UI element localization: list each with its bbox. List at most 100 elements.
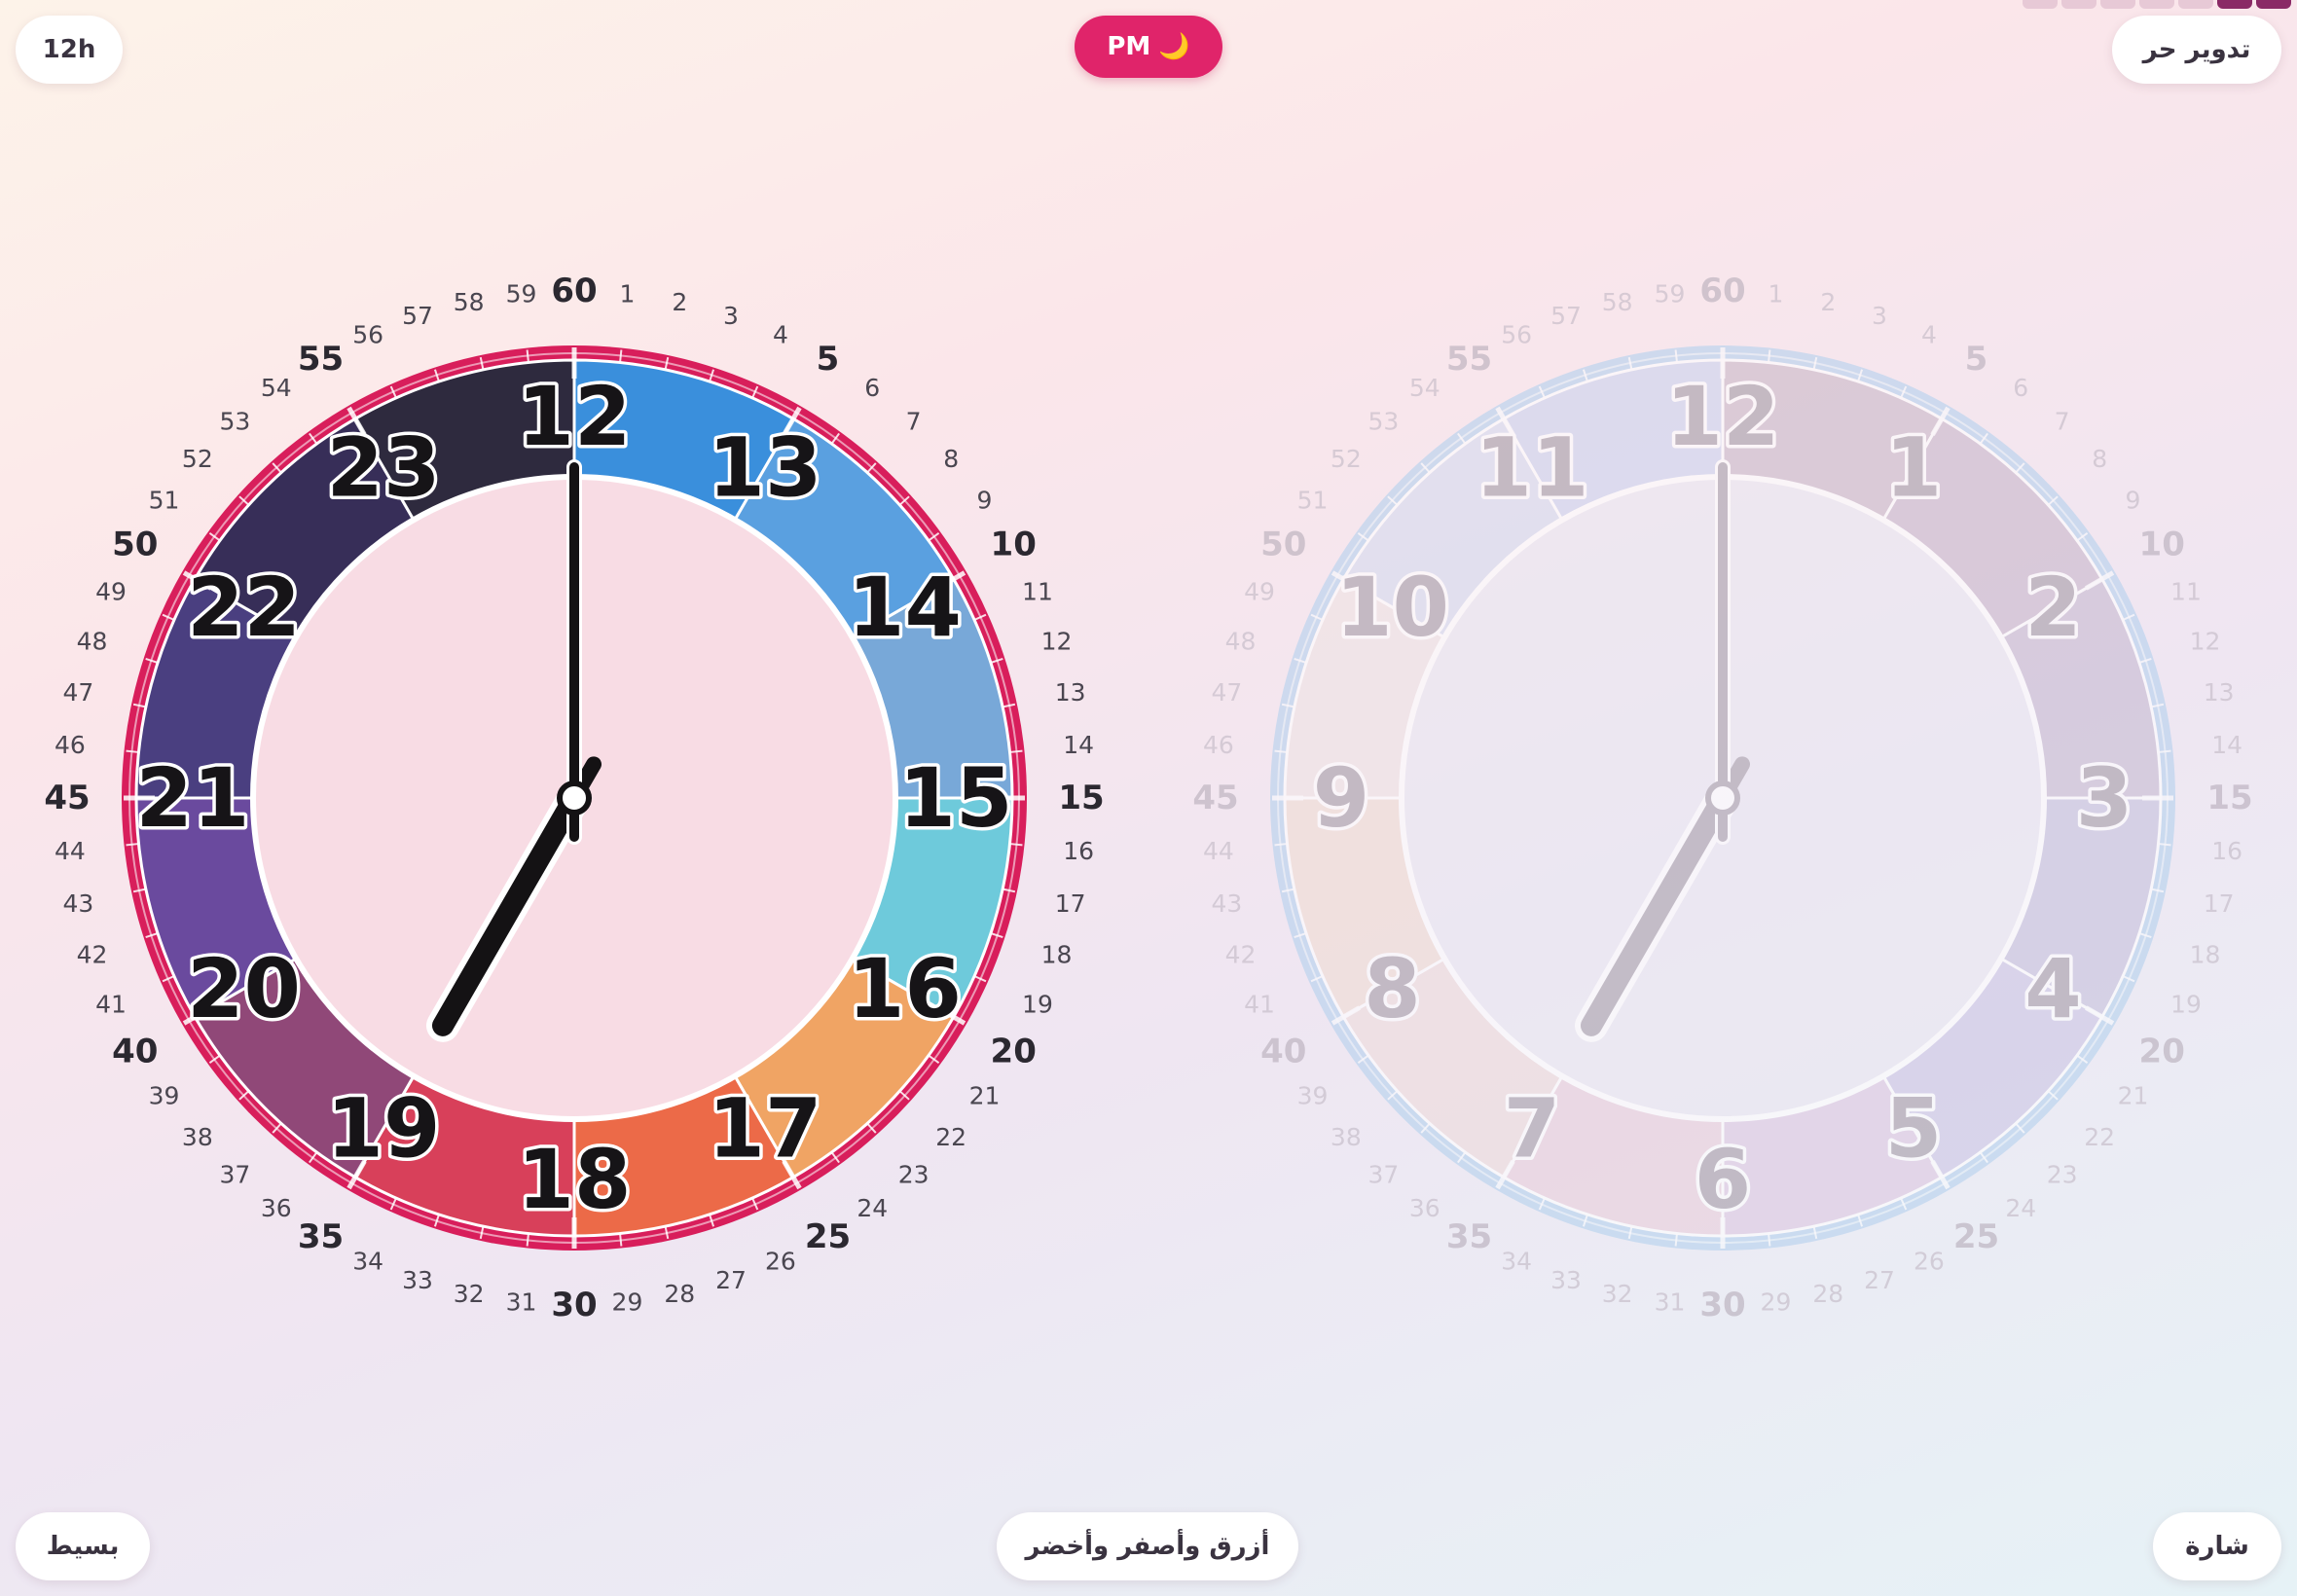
hour-number: 8	[1364, 941, 1420, 1036]
minute-number: 28	[1812, 1280, 1843, 1308]
minute-number: 23	[898, 1161, 930, 1189]
minute-number: 19	[1022, 990, 1053, 1018]
minute-number: 58	[454, 288, 485, 316]
progress-step	[2100, 0, 2135, 9]
hour-number: 4	[2024, 941, 2081, 1036]
hour-number: 12	[1666, 369, 1780, 464]
minute-number: 46	[1203, 731, 1234, 759]
minute-number: 41	[1244, 990, 1275, 1018]
minute-number: 16	[1063, 837, 1094, 865]
hour-number: 6	[1695, 1132, 1751, 1227]
minute-number: 45	[1192, 779, 1238, 817]
minute-number: 34	[1501, 1247, 1532, 1275]
hour-number: 5	[1885, 1080, 1942, 1176]
minute-number: 48	[1225, 628, 1257, 656]
minute-number: 22	[2084, 1123, 2115, 1151]
minute-number: 17	[1055, 889, 1086, 918]
minute-number: 51	[149, 486, 180, 514]
minute-number: 52	[1331, 445, 1362, 473]
color-theme-button[interactable]: أزرق وأصفر وأخضر	[997, 1512, 1298, 1580]
hour-number: 12	[518, 369, 632, 464]
badge-button[interactable]: شارة	[2153, 1512, 2281, 1580]
progress-step	[2178, 0, 2213, 9]
minute-number: 9	[2126, 486, 2141, 514]
hour-number: 13	[709, 420, 822, 516]
minute-number: 11	[2170, 578, 2202, 606]
minute-number: 30	[551, 1286, 597, 1324]
minute-number: 55	[298, 340, 344, 379]
hour-mode-label: 12h	[42, 35, 96, 64]
minute-number: 43	[62, 889, 93, 918]
hour-number: 14	[848, 560, 962, 655]
minute-number: 46	[55, 731, 86, 759]
minute-number: 59	[1655, 279, 1686, 308]
hour-number: 23	[327, 420, 441, 516]
minute-number: 8	[2092, 445, 2107, 473]
minute-number: 58	[1602, 288, 1633, 316]
minute-number: 13	[1055, 678, 1086, 707]
minute-number: 30	[1699, 1286, 1745, 1324]
free-rotate-button[interactable]: تدوير حر	[2112, 16, 2281, 84]
minute-number: 59	[506, 279, 537, 308]
color-theme-label: أزرق وأصفر وأخضر	[1025, 1532, 1270, 1561]
clock-24h[interactable]: 60 1 2 345678910111213141516171819202122232…	[39, 263, 1110, 1333]
minute-number: 32	[454, 1280, 485, 1308]
hour-mode-button[interactable]: 12h	[16, 16, 123, 84]
hour-number: 2	[2024, 560, 2081, 655]
minute-number: 34	[352, 1247, 383, 1275]
center-pin	[1705, 780, 1740, 816]
minute-number: 33	[402, 1266, 433, 1294]
minute-number: 27	[1864, 1266, 1895, 1294]
minute-number: 60	[1699, 272, 1745, 310]
minute-number: 54	[261, 374, 292, 402]
minute-number: 31	[506, 1288, 537, 1317]
minute-number: 1	[1768, 279, 1784, 308]
simple-style-button[interactable]: بسيط	[16, 1512, 150, 1580]
simple-style-label: بسيط	[46, 1532, 120, 1561]
minute-number: 25	[1953, 1217, 1999, 1256]
moon-icon: 🌙	[1158, 32, 1190, 61]
progress-step	[2217, 0, 2252, 9]
minute-number: 2	[672, 288, 687, 316]
hour-number: 21	[136, 750, 250, 846]
minute-number: 49	[95, 578, 127, 606]
minute-number: 55	[1446, 340, 1492, 379]
minute-number: 37	[219, 1161, 250, 1189]
minute-number: 56	[352, 321, 383, 349]
minute-number: 23	[2047, 1161, 2078, 1189]
minute-number: 42	[1225, 940, 1257, 968]
minute-number: 4	[773, 321, 788, 349]
minute-number: 17	[2204, 889, 2235, 918]
minute-number: 22	[935, 1123, 966, 1151]
minute-number: 18	[1041, 940, 1073, 968]
minute-number: 50	[1260, 526, 1306, 564]
minute-number: 6	[2013, 374, 2028, 402]
minute-number: 39	[1297, 1082, 1329, 1110]
minute-number: 15	[2206, 779, 2252, 817]
hour-number: 1	[1885, 420, 1942, 516]
minute-number: 5	[817, 340, 840, 379]
minute-number: 8	[943, 445, 959, 473]
minute-number: 6	[864, 374, 880, 402]
hour-number: 7	[1504, 1080, 1560, 1176]
minute-number: 14	[2211, 731, 2242, 759]
minute-number: 35	[298, 1217, 344, 1256]
minute-number: 36	[1409, 1194, 1440, 1222]
minute-number: 11	[1022, 578, 1053, 606]
minute-number: 15	[1058, 779, 1104, 817]
minute-number: 21	[2118, 1082, 2149, 1110]
hour-number: 16	[848, 941, 962, 1036]
minute-number: 20	[2139, 1033, 2185, 1071]
minute-number: 57	[402, 302, 433, 330]
minute-number: 26	[765, 1247, 796, 1275]
badge-label: شارة	[2185, 1532, 2249, 1561]
ampm-toggle-button[interactable]: PM 🌙	[1075, 16, 1222, 78]
minute-number: 47	[1211, 678, 1242, 707]
minute-number: 24	[857, 1194, 888, 1222]
clock-12h[interactable]: 60 1 2 345678910111213141516171819202122232…	[1187, 263, 2258, 1333]
minute-number: 38	[1331, 1123, 1362, 1151]
progress-step	[2256, 0, 2291, 9]
hour-number: 10	[1335, 560, 1449, 655]
minute-number: 37	[1367, 1161, 1399, 1189]
minute-number: 51	[1297, 486, 1329, 514]
